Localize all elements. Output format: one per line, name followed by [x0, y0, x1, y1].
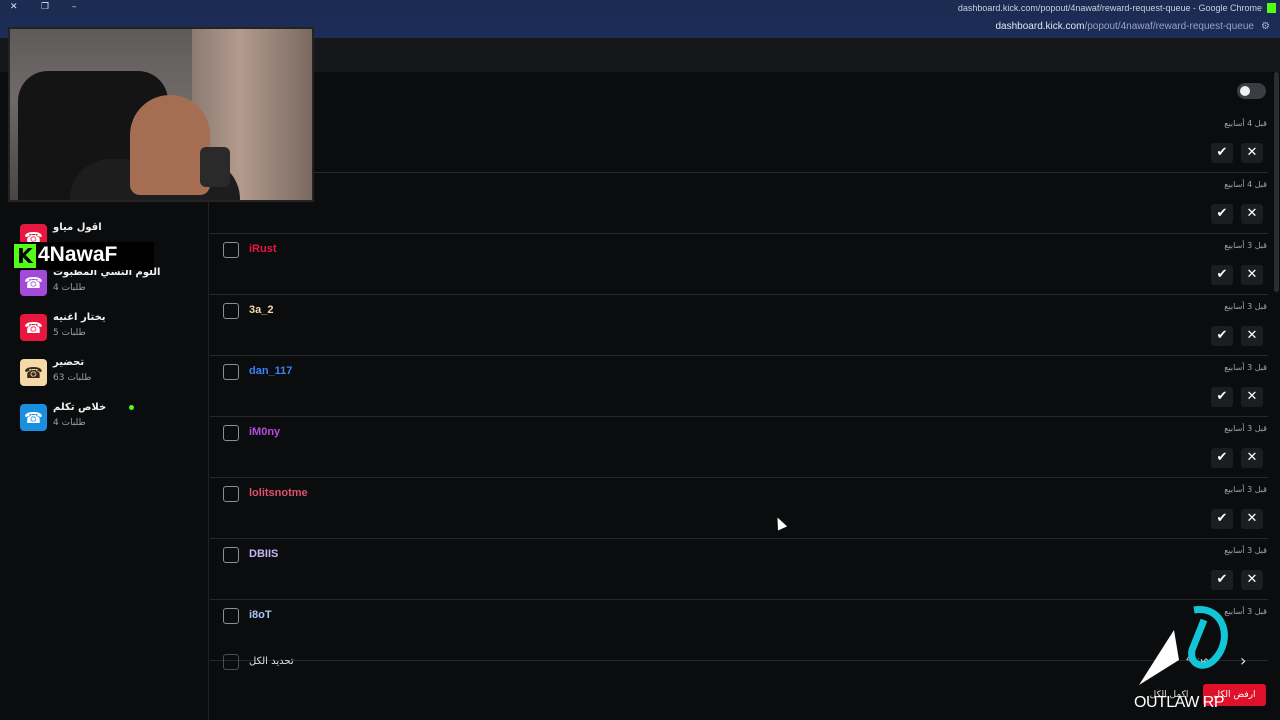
request-username: iRust — [249, 243, 277, 255]
logo-mark-icon — [1139, 606, 1228, 685]
check-icon[interactable]: ✔ — [1211, 326, 1233, 346]
reward-phone-icon: ☎ — [20, 314, 47, 341]
row-checkbox[interactable] — [223, 425, 239, 441]
x-icon[interactable]: ✕ — [1241, 387, 1263, 407]
request-username: iM0ny — [249, 426, 281, 438]
x-icon[interactable]: ✕ — [1241, 265, 1263, 285]
scrollbar[interactable] — [1274, 72, 1279, 292]
request-username: DBIIS — [249, 548, 279, 560]
request-time: قبل 4 أسابيع — [1224, 180, 1267, 189]
reward-count: طلبات 63 — [53, 373, 92, 383]
check-icon[interactable]: ✔ — [1211, 570, 1233, 590]
request-time: قبل 3 أسابيع — [1224, 546, 1267, 555]
reward-item[interactable]: ☎ خلاص تكلم طلبات 4 — [20, 402, 200, 438]
reward-phone-icon: ☎ — [20, 269, 47, 296]
next-page-icon[interactable]: › — [1240, 651, 1246, 670]
site-settings-icon[interactable]: ⚙ — [1261, 21, 1270, 32]
row-checkbox[interactable] — [223, 364, 239, 380]
active-dot — [129, 405, 134, 410]
row-checkbox[interactable] — [223, 486, 239, 502]
minimize-window-icon[interactable]: – — [72, 2, 77, 12]
request-time: قبل 3 أسابيع — [1224, 424, 1267, 433]
check-icon[interactable]: ✔ — [1211, 387, 1233, 407]
check-icon[interactable]: ✔ — [1211, 204, 1233, 224]
window-title: dashboard.kick.com/popout/4nawaf/reward-… — [957, 3, 1262, 13]
reward-item[interactable]: ☎ تحضير طلبات 63 — [20, 357, 200, 393]
select-all-checkbox[interactable] — [223, 654, 239, 670]
row-checkbox[interactable] — [223, 303, 239, 319]
queue-toggle[interactable] — [1237, 83, 1266, 99]
x-icon[interactable]: ✕ — [1241, 509, 1263, 529]
check-icon[interactable]: ✔ — [1211, 143, 1233, 163]
request-row: قبل 4 أسابيع ✔ ✕ — [210, 173, 1268, 234]
reward-count: طلبات 4 — [53, 418, 86, 428]
reward-item[interactable]: ☎ يختار اغنيه طلبات 5 — [20, 312, 200, 348]
request-username: 3a_2 — [249, 304, 274, 316]
webcam-overlay — [8, 27, 314, 202]
request-time: قبل 4 أسابيع — [1224, 119, 1267, 128]
reward-name: خلاص تكلم — [53, 402, 107, 413]
select-all-label: تحديد الكل — [249, 656, 294, 667]
reward-name: اقول مياو — [53, 222, 102, 233]
request-time: قبل 3 أسابيع — [1224, 302, 1267, 311]
reward-name: يختار اغنيه — [53, 312, 106, 323]
request-row: lolitsnotme قبل 3 أسابيع ✔ ✕ — [210, 478, 1268, 539]
streamer-name: 4NawaF — [38, 243, 118, 266]
request-time: قبل 3 أسابيع — [1224, 363, 1267, 372]
request-time: قبل 3 أسابيع — [1224, 485, 1267, 494]
x-icon[interactable]: ✕ — [1241, 204, 1263, 224]
check-icon[interactable]: ✔ — [1211, 509, 1233, 529]
request-row: 3a_2 قبل 3 أسابيع ✔ ✕ — [210, 295, 1268, 356]
request-row: dan_117 قبل 3 أسابيع ✔ ✕ — [210, 356, 1268, 417]
request-row: i8oT قبل 3 أسابيع — [210, 600, 1268, 661]
request-row: DBIIS قبل 3 أسابيع ✔ ✕ — [210, 539, 1268, 600]
reward-count: طلبات 5 — [53, 328, 86, 338]
check-icon[interactable]: ✔ — [1211, 448, 1233, 468]
row-checkbox[interactable] — [223, 547, 239, 563]
restore-window-icon[interactable]: ❐ — [41, 2, 49, 12]
reward-count: طلبات 4 — [53, 283, 86, 293]
webcam-microphone — [200, 147, 230, 187]
toggle-knob — [1240, 86, 1250, 96]
outlaw-rp-logo: OUTLAW RP — [1134, 600, 1234, 712]
reward-item[interactable]: ☎ اللوم النسي المطبوت طلبات 4 — [20, 267, 200, 303]
request-username: dan_117 — [249, 365, 293, 377]
request-time: قبل 3 أسابيع — [1224, 241, 1267, 250]
reward-phone-icon: ☎ — [20, 404, 47, 431]
reward-phone-icon: ☎ — [20, 359, 47, 386]
request-username: i8oT — [249, 609, 272, 621]
kick-logo-icon — [1267, 3, 1276, 13]
kick-k-icon: K — [14, 244, 36, 268]
x-icon[interactable]: ✕ — [1241, 448, 1263, 468]
x-icon[interactable]: ✕ — [1241, 326, 1263, 346]
request-username: lolitsnotme — [249, 487, 308, 499]
logo-text: OUTLAW RP — [1134, 694, 1225, 711]
webcam-person — [130, 95, 210, 195]
check-icon[interactable]: ✔ — [1211, 265, 1233, 285]
request-row: iRust قبل 3 أسابيع ✔ ✕ — [210, 234, 1268, 295]
row-checkbox[interactable] — [223, 242, 239, 258]
streamer-badge: K 4NawaF — [12, 242, 154, 270]
reward-name: تحضير — [53, 357, 85, 368]
x-icon[interactable]: ✕ — [1241, 143, 1263, 163]
page-url[interactable]: dashboard.kick.com/popout/4nawaf/reward-… — [996, 21, 1255, 32]
browser-titlebar: ✕ ❐ – dashboard.kick.com/popout/4nawaf/r… — [0, 0, 1280, 16]
request-row: iM0ny قبل 3 أسابيع ✔ ✕ — [210, 417, 1268, 478]
close-window-icon[interactable]: ✕ — [10, 2, 18, 12]
row-checkbox[interactable] — [223, 608, 239, 624]
request-row: قبل 4 أسابيع ✔ ✕ — [210, 112, 1268, 173]
x-icon[interactable]: ✕ — [1241, 570, 1263, 590]
